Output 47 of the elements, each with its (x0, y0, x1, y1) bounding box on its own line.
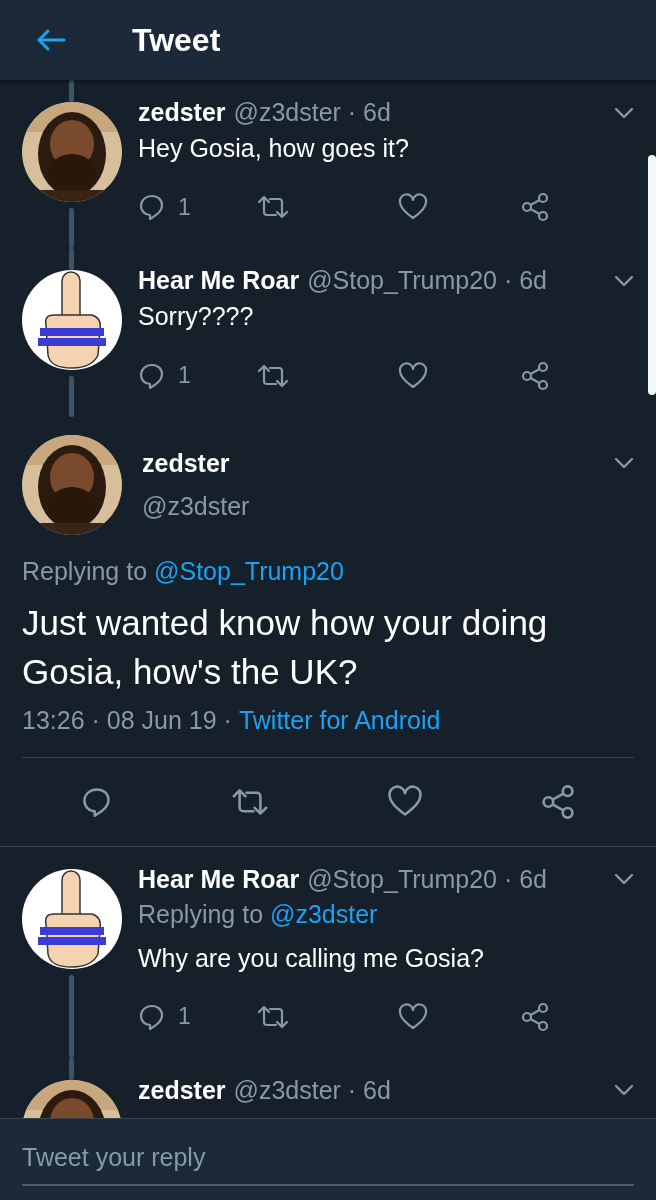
chevron-down-icon[interactable] (614, 873, 634, 885)
user-name[interactable]: zedster (142, 448, 250, 478)
handle-and-time: @z3dster · 6d (233, 1075, 391, 1105)
replying-label: Replying to (22, 556, 148, 586)
reply-count: 1 (178, 362, 191, 389)
chevron-down-icon[interactable] (614, 1084, 634, 1097)
share-icon[interactable] (520, 192, 550, 223)
mention-link[interactable]: @Stop_Trump20 (154, 556, 344, 586)
user-name[interactable]: Hear Me Roar (138, 864, 300, 894)
heart-icon[interactable] (386, 785, 423, 818)
share-icon[interactable] (539, 783, 576, 820)
reply-count: 1 (178, 193, 191, 221)
reply-count: 1 (178, 1003, 191, 1031)
handle-and-time: @Stop_Trump20 · 6d (307, 266, 547, 296)
tweet-text: Why are you calling me Gosia? (138, 942, 485, 974)
heart-icon[interactable] (398, 1002, 428, 1031)
replying-label: Replying to (138, 899, 264, 929)
reply-bar[interactable]: Tweet your reply (0, 1118, 656, 1200)
heart-icon[interactable] (398, 193, 428, 222)
reply-icon[interactable] (138, 361, 166, 390)
reply-icon[interactable] (138, 193, 166, 222)
share-icon[interactable] (520, 1001, 550, 1032)
tweet-text: Just wanted know how your doing Gosia, how's the UK? (22, 601, 549, 693)
reply-icon[interactable] (80, 785, 113, 818)
tweet-text: Sorry???? (138, 301, 255, 333)
share-icon[interactable] (520, 360, 550, 391)
user-name[interactable]: Hear Me Roar (138, 266, 300, 296)
reply-icon[interactable] (138, 1002, 166, 1031)
retweet-icon[interactable] (256, 362, 290, 389)
handle-and-time: @Stop_Trump20 · 6d (307, 864, 547, 894)
chevron-down-icon[interactable] (614, 106, 634, 119)
handle-and-time: @z3dster · 6d (233, 98, 391, 127)
retweet-icon[interactable] (256, 1003, 290, 1030)
chevron-down-icon[interactable] (614, 274, 634, 287)
page-title: Tweet (132, 21, 221, 59)
timestamp: 13:26 · 08 Jun 19 · (22, 705, 232, 735)
back-arrow-icon[interactable] (36, 28, 66, 52)
user-handle: @z3dster (142, 491, 250, 521)
user-name[interactable]: zedster (138, 1075, 226, 1105)
retweet-icon[interactable] (256, 194, 290, 221)
tweet-text: Hey Gosia, how goes it? (138, 133, 410, 164)
reply-field[interactable]: Tweet your reply (22, 1139, 634, 1186)
mention-link[interactable]: @z3dster (270, 899, 378, 929)
heart-icon[interactable] (398, 361, 428, 390)
chevron-down-icon[interactable] (614, 456, 634, 469)
source-link[interactable]: Twitter for Android (238, 705, 441, 735)
user-name[interactable]: zedster (138, 98, 226, 127)
